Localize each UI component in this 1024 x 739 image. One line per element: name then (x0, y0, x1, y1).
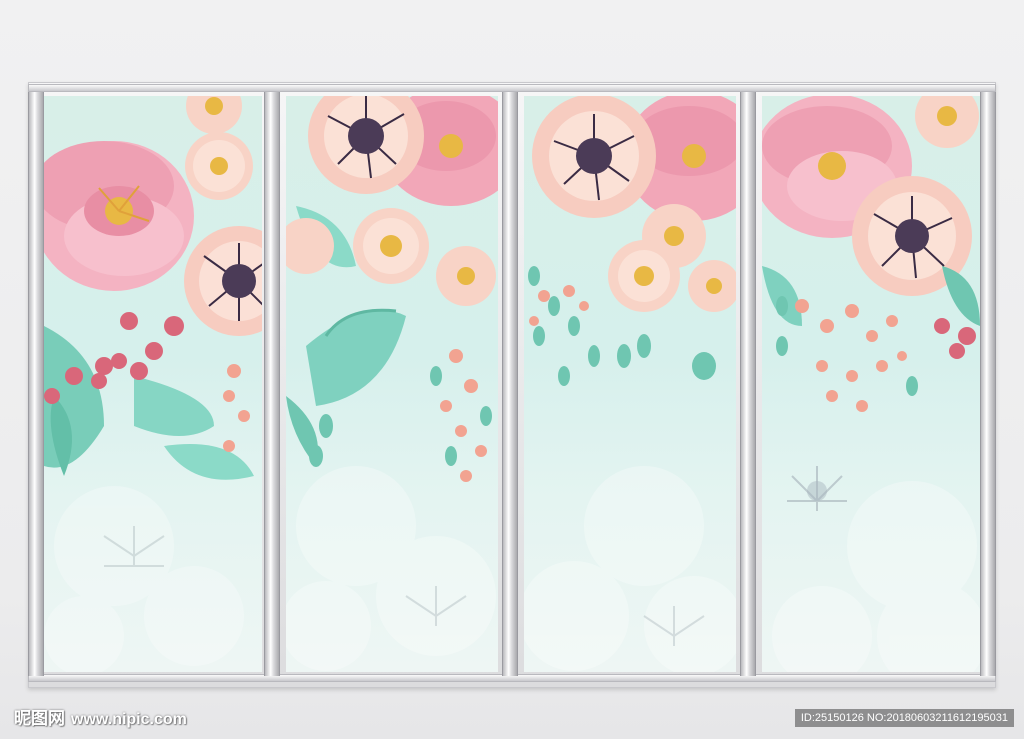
mural-panel-2 (286, 96, 498, 672)
frame-top-rail (28, 84, 996, 92)
leaf-shape (306, 310, 406, 406)
mural-panel-4 (762, 96, 980, 672)
watermark-logo: 昵图网 www.nipic.com (14, 704, 187, 729)
frame-post-3 (740, 92, 756, 676)
mural-panel-1 (44, 96, 262, 672)
mural-panel-3 (524, 96, 736, 672)
frame-post-2 (502, 92, 518, 676)
watermark-logo-text: 昵图网 (14, 709, 65, 728)
frame-post-right (980, 92, 996, 676)
watermark-id: ID:25150126 NO:20180603211612195031 (794, 709, 1014, 727)
watermark-site: www.nipic.com (71, 711, 187, 728)
frame-post-left (28, 92, 44, 676)
pink-peony (44, 141, 194, 291)
frame-post-1 (264, 92, 280, 676)
